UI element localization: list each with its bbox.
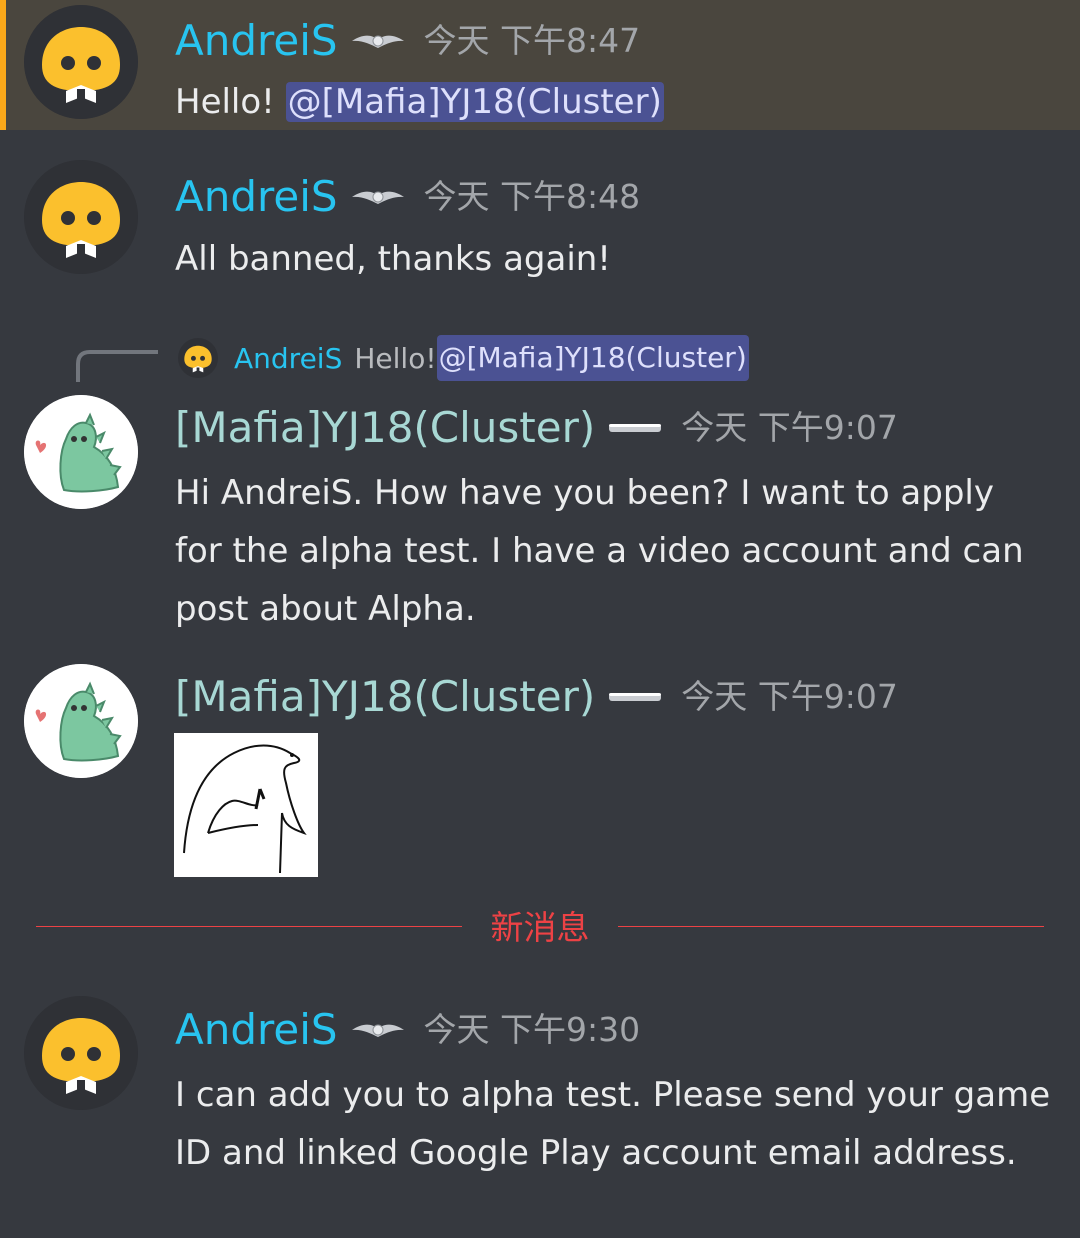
avatar[interactable]: [24, 664, 138, 778]
message-text: All banned, thanks again!: [175, 239, 611, 279]
message-content: Hi AndreiS. How have you been? I want to…: [175, 464, 1055, 638]
green-dinosaur-avatar: [24, 395, 138, 509]
silver-bar-badge-icon: [609, 424, 662, 432]
avatar[interactable]: [24, 395, 138, 509]
message-reply: AndreiS Hello! @[Mafia]YJ18(Cluster) [Ma…: [0, 330, 1080, 640]
message-line: for the alpha test. I have a video accou…: [175, 531, 1024, 571]
message-header: AndreiS 今天 下午8:47: [175, 17, 640, 65]
green-dinosaur-avatar: [24, 664, 138, 778]
message: AndreiS 今天 下午9:30 I can add you to alpha…: [0, 996, 1080, 1196]
message-header: [Mafia]YJ18(Cluster) 今天 下午9:07: [175, 404, 898, 452]
reply-mention: @[Mafia]YJ18(Cluster): [436, 335, 749, 381]
reply-connector: [76, 350, 158, 382]
new-messages-label: 新消息: [490, 908, 590, 947]
author-name[interactable]: AndreiS: [175, 173, 338, 221]
message-header: AndreiS 今天 下午9:30: [175, 1006, 640, 1054]
avatar[interactable]: [24, 160, 138, 274]
message-content: I can add you to alpha test. Please send…: [175, 1066, 1055, 1182]
silver-bar-badge-icon: [609, 693, 662, 701]
author-name[interactable]: [Mafia]YJ18(Cluster): [175, 404, 595, 452]
message-line: I can add you to alpha test. Please send…: [175, 1075, 1051, 1115]
author-name[interactable]: AndreiS: [175, 17, 338, 65]
timestamp: 今天 下午8:48: [423, 177, 641, 216]
timestamp: 今天 下午8:47: [423, 21, 641, 60]
message-image: [Mafia]YJ18(Cluster) 今天 下午9:07: [0, 664, 1080, 884]
reply-avatar: [178, 338, 218, 378]
winged-badge-icon: [351, 191, 404, 205]
avatar[interactable]: [24, 5, 138, 119]
discord-bot-avatar: [24, 996, 138, 1110]
reply-text: Hello!: [354, 341, 437, 375]
message-highlighted: AndreiS 今天 下午8:47 Hello! @[Mafia]YJ18(Cl…: [0, 0, 1080, 130]
user-mention[interactable]: @[Mafia]YJ18(Cluster): [285, 82, 664, 122]
winged-badge-icon: [351, 1024, 404, 1038]
message: AndreiS 今天 下午8:48 All banned, thanks aga…: [0, 160, 1080, 290]
message-line: post about Alpha.: [175, 589, 476, 629]
message-content: Hello! @[Mafia]YJ18(Cluster): [175, 73, 1055, 131]
reply-author: AndreiS: [234, 341, 343, 375]
message-line: ID and linked Google Play account email …: [175, 1133, 1017, 1173]
avatar[interactable]: [24, 996, 138, 1110]
timestamp: 今天 下午9:30: [423, 1010, 641, 1049]
message-header: AndreiS 今天 下午8:48: [175, 173, 640, 221]
discord-bot-avatar: [24, 5, 138, 119]
timestamp: 今天 下午9:07: [681, 677, 898, 716]
author-name[interactable]: AndreiS: [175, 1006, 338, 1054]
message-text: Hello!: [175, 82, 286, 122]
image-attachment[interactable]: [174, 733, 318, 877]
reply-preview[interactable]: AndreiS Hello! @[Mafia]YJ18(Cluster): [178, 335, 749, 381]
discord-bot-avatar: [24, 160, 138, 274]
message-header: [Mafia]YJ18(Cluster) 今天 下午9:07: [175, 673, 898, 721]
winged-badge-icon: [351, 35, 404, 49]
message-line: Hi AndreiS. How have you been? I want to…: [175, 473, 994, 513]
author-name[interactable]: [Mafia]YJ18(Cluster): [175, 673, 595, 721]
timestamp: 今天 下午9:07: [681, 408, 898, 447]
drawing-image: [183, 744, 307, 874]
